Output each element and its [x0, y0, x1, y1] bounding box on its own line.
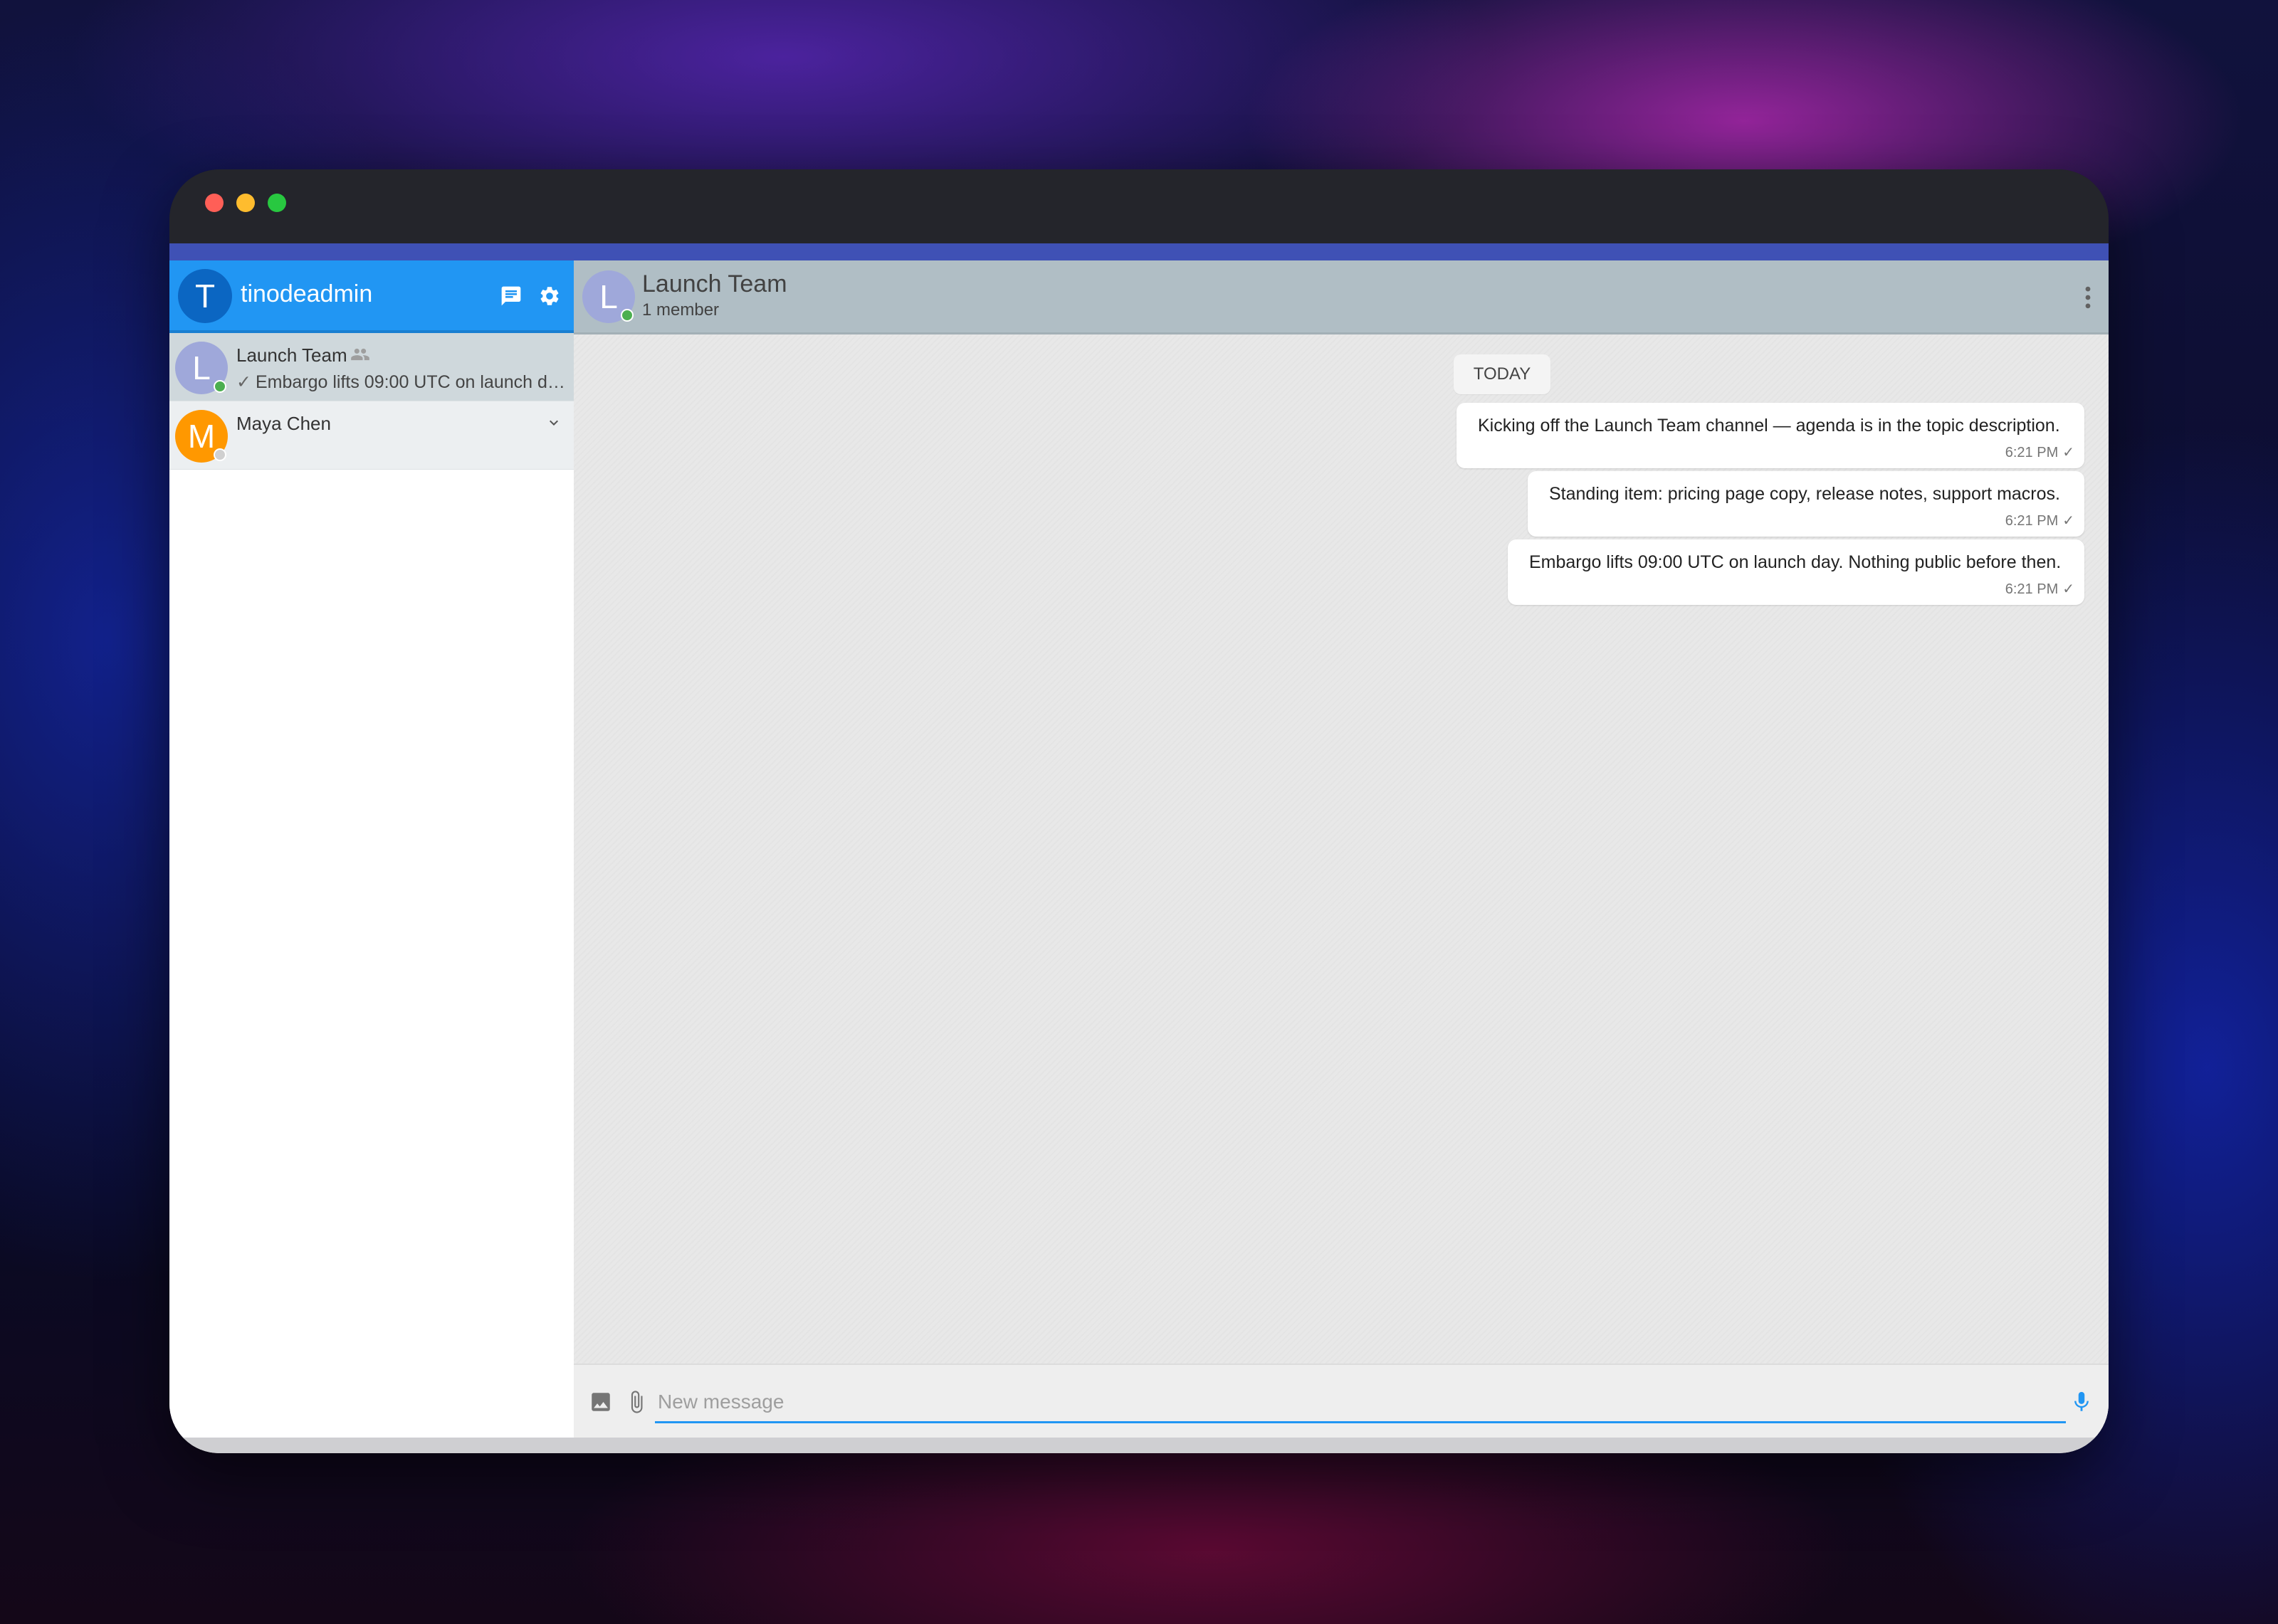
settings-gear-icon[interactable] [535, 282, 564, 310]
title-bar [169, 169, 2109, 243]
microphone-icon[interactable] [2069, 1389, 2094, 1415]
chat-subtitle: 1 member [642, 300, 720, 320]
image-icon[interactable] [588, 1389, 614, 1415]
online-status-dot [214, 380, 226, 393]
contact-item-maya-chen[interactable]: M Maya Chen [169, 401, 574, 470]
message-bubble[interactable]: Kicking off the Launch Team channel — ag… [1456, 403, 2084, 468]
check-icon: ✓ [2062, 445, 2074, 460]
message-meta: 6:21 PM ✓ [2005, 512, 2074, 529]
chat-header: L Launch Team 1 member [574, 260, 2109, 334]
user-name[interactable]: tinodeadmin [241, 280, 372, 308]
contact-name: Launch Team [236, 344, 347, 366]
chat-panel: L Launch Team 1 member TODAY Kicking off… [574, 260, 2109, 1438]
offline-status-dot [214, 448, 226, 461]
group-icon [350, 344, 370, 368]
app-window: T tinodeadmin L Launch Team ✓ Embargo li… [169, 169, 2109, 1453]
chat-title[interactable]: Launch Team [642, 270, 787, 298]
attach-file-icon[interactable] [624, 1389, 649, 1415]
contact-name: Maya Chen [236, 413, 331, 434]
message-meta: 6:21 PM ✓ [2005, 580, 2074, 598]
contact-avatar-letter: L [192, 349, 211, 386]
check-icon: ✓ [2062, 581, 2074, 597]
new-chat-icon[interactable] [497, 282, 525, 310]
date-divider: TODAY [1454, 354, 1550, 394]
chevron-down-icon[interactable] [545, 414, 562, 435]
accent-bar [169, 243, 2109, 260]
message-time: 6:21 PM [2005, 513, 2059, 529]
contact-item-launch-team[interactable]: L Launch Team ✓ Embargo lifts 09:00 UTC o… [169, 333, 574, 401]
message-bubble[interactable]: Embargo lifts 09:00 UTC on launch day. N… [1508, 539, 2084, 605]
message-text: Kicking off the Launch Team channel — ag… [1478, 416, 2060, 436]
online-status-dot [621, 309, 634, 322]
check-icon: ✓ [2062, 513, 2074, 529]
user-avatar-letter: T [194, 278, 216, 315]
new-message-input[interactable] [655, 1382, 2066, 1423]
message-text: Embargo lifts 09:00 UTC on launch day. N… [1529, 552, 2062, 572]
message-time: 6:21 PM [2005, 445, 2059, 460]
minimize-window-button[interactable] [236, 194, 255, 212]
contact-preview-text: Embargo lifts 09:00 UTC on launch da... [255, 372, 567, 392]
sidebar-header: T tinodeadmin [169, 260, 574, 333]
message-text: Standing item: pricing page copy, releas… [1549, 484, 2060, 504]
message-bubble[interactable]: Standing item: pricing page copy, releas… [1528, 471, 2084, 537]
sent-check-icon: ✓ [236, 372, 251, 392]
message-meta: 6:21 PM ✓ [2005, 443, 2074, 461]
messenger-app: T tinodeadmin L Launch Team ✓ Embargo li… [169, 260, 2109, 1453]
maximize-window-button[interactable] [268, 194, 286, 212]
close-window-button[interactable] [205, 194, 224, 212]
contact-preview: ✓ Embargo lifts 09:00 UTC on launch da... [236, 371, 567, 393]
sidebar: T tinodeadmin L Launch Team ✓ Embargo li… [169, 260, 574, 1438]
contact-avatar-letter: M [187, 418, 216, 455]
more-vert-icon[interactable] [2077, 282, 2099, 313]
user-avatar[interactable]: T [178, 269, 232, 323]
message-time: 6:21 PM [2005, 581, 2059, 597]
window-bottom-edge [169, 1438, 2109, 1453]
message-composer [574, 1364, 2109, 1438]
chat-avatar-letter: L [599, 278, 618, 315]
